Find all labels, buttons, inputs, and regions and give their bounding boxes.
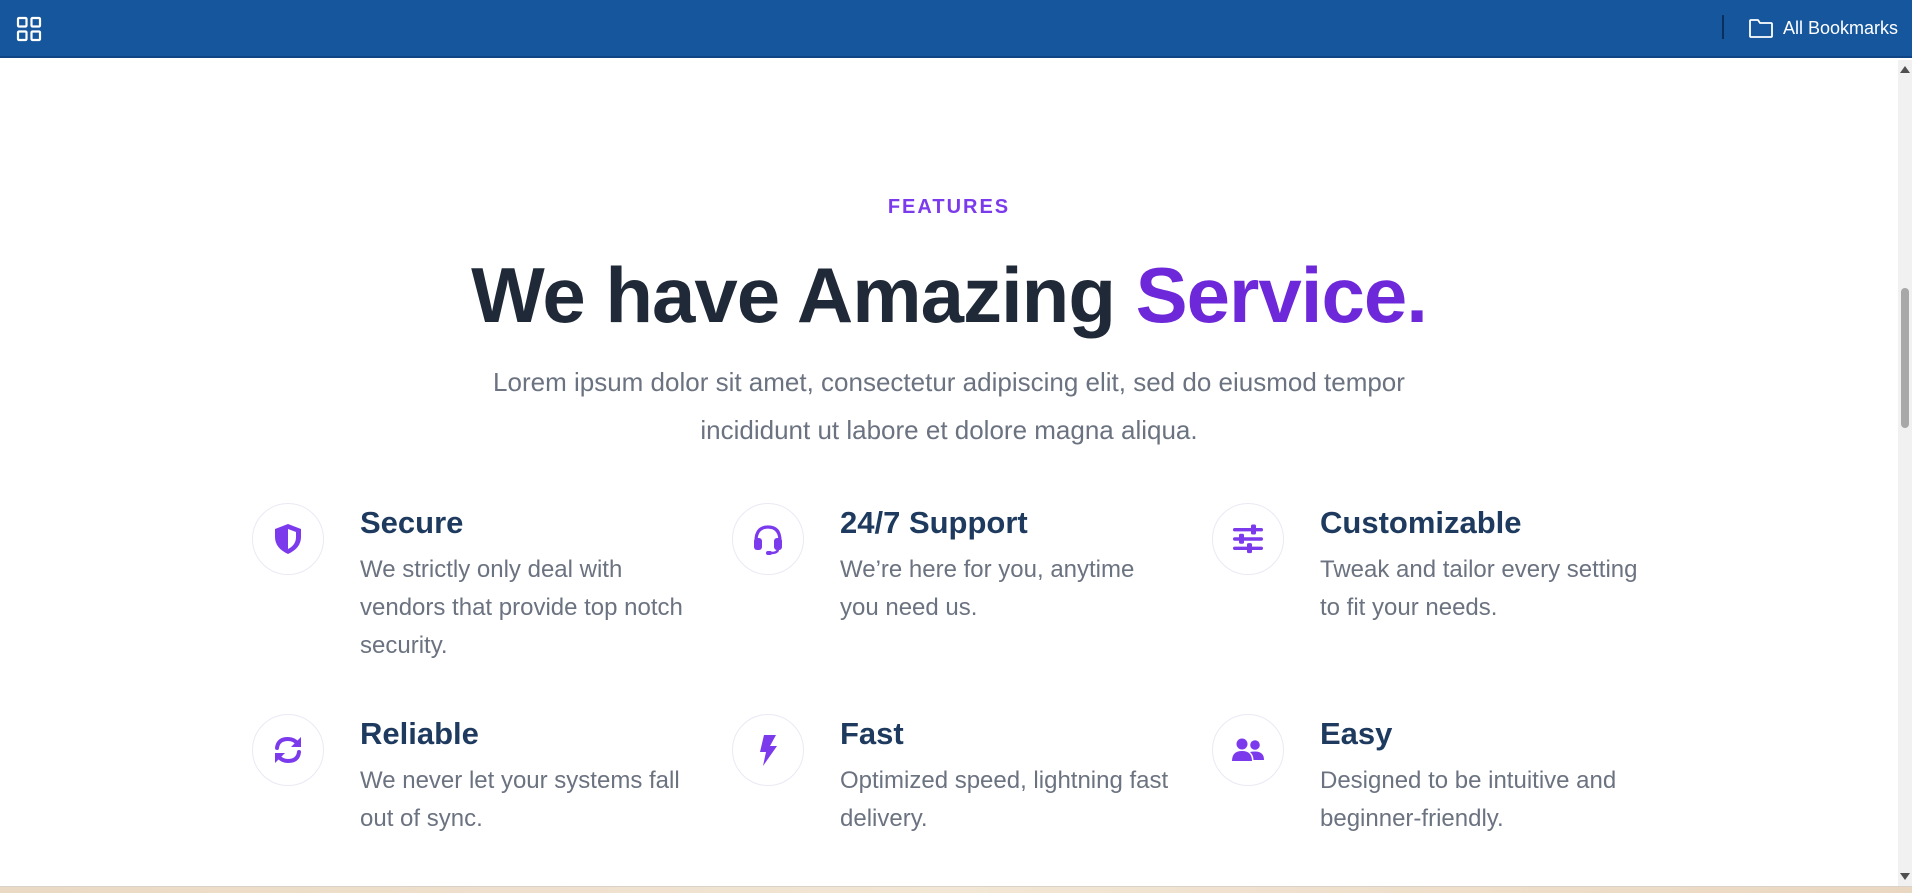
headset-icon	[732, 503, 804, 575]
feature-title: Easy	[1320, 716, 1393, 751]
headline-main: We have Amazing	[471, 251, 1136, 339]
feature-title: Secure	[360, 505, 464, 540]
all-bookmarks-label: All Bookmarks	[1783, 17, 1899, 38]
feature-title: Reliable	[360, 716, 479, 751]
feature-description: Optimized speed, lightning fast delivery…	[840, 767, 1169, 832]
apps-grid-icon[interactable]	[16, 16, 42, 42]
next-section-edge	[0, 886, 1912, 893]
all-bookmarks-button[interactable]: All Bookmarks	[1748, 15, 1898, 41]
lightning-bolt-icon	[732, 714, 804, 786]
toolbar-divider	[1722, 15, 1724, 39]
scroll-down-arrow-icon[interactable]	[1900, 873, 1910, 880]
scroll-up-arrow-icon[interactable]	[1900, 66, 1910, 73]
feature-description: We strictly only deal with vendors that …	[360, 556, 683, 659]
section-eyebrow: FEATURES	[887, 196, 1011, 218]
feature-title: Fast	[840, 716, 904, 751]
browser-bookmarks-bar: All Bookmarks	[0, 0, 1912, 58]
headline-period: .	[1406, 251, 1428, 339]
section-headline: We have Amazing Service.	[0, 251, 1898, 339]
feature-description: Designed to be intuitive and beginner-fr…	[1320, 767, 1617, 832]
section-lead: Lorem ipsum dolor sit amet, consectetur …	[493, 367, 1405, 445]
feature-title: Customizable	[1320, 505, 1522, 540]
feature-description: Tweak and tailor every setting to fit yo…	[1320, 556, 1638, 621]
sliders-icon	[1212, 503, 1284, 575]
page-content: FEATURES We have Amazing Service. Lorem …	[0, 60, 1898, 886]
feature-title: 24/7 Support	[840, 505, 1028, 540]
feature-description: We’re here for you, anytime you need us.	[840, 556, 1135, 621]
users-icon	[1212, 714, 1284, 786]
headline-accent: Service	[1135, 251, 1408, 339]
shield-icon	[252, 503, 324, 575]
scrollbar-thumb[interactable]	[1901, 288, 1909, 428]
folder-icon	[1748, 17, 1774, 39]
vertical-scrollbar[interactable]	[1898, 60, 1912, 886]
feature-description: We never let your systems fall out of sy…	[360, 767, 680, 832]
sync-icon	[252, 714, 324, 786]
